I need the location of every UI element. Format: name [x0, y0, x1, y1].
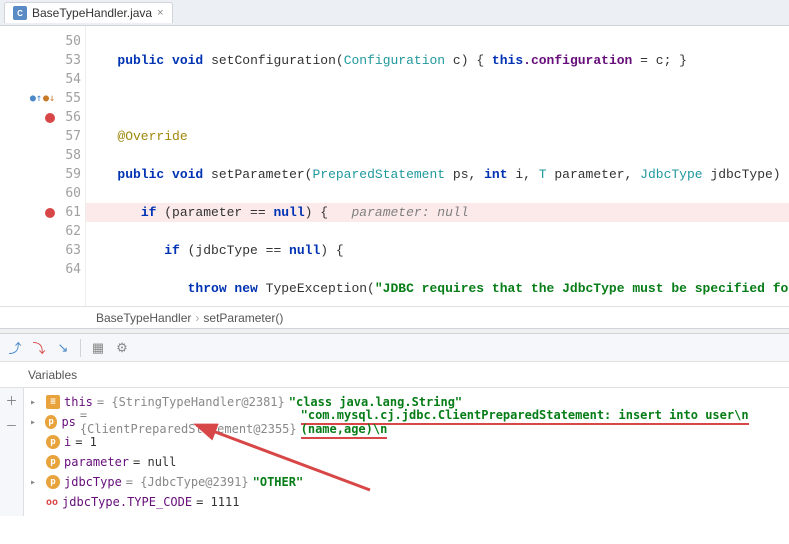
param-icon: p	[46, 475, 60, 489]
param-icon: p	[46, 435, 60, 449]
file-tab[interactable]: C BaseTypeHandler.java ×	[4, 2, 173, 23]
breadcrumb-method[interactable]: setParameter()	[203, 311, 283, 325]
expand-icon[interactable]: ▸	[30, 477, 42, 488]
debug-toolbar: ⤴ ⤵ ↘ ▦ ⚙	[0, 334, 789, 362]
new-watch-icon[interactable]: ⤵	[28, 337, 50, 359]
code-line[interactable]: public void setParameter(PreparedStateme…	[86, 165, 789, 184]
settings-icon[interactable]: ⚙	[111, 337, 133, 359]
add-watch-icon[interactable]: ＋	[5, 392, 17, 409]
code-area[interactable]: public void setConfiguration(Configurati…	[85, 26, 789, 306]
code-line[interactable]: throw new TypeException("JDBC requires t…	[86, 279, 789, 298]
var-row-jdbctype[interactable]: ▸p jdbcType = {JdbcType@2391} "OTHER"	[24, 472, 789, 492]
this-icon: ≡	[46, 395, 60, 409]
remove-watch-icon[interactable]: －	[5, 417, 17, 434]
param-icon: p	[45, 415, 58, 429]
code-editor[interactable]: 50 53 54 ●↑●↓55 56 57 58 59 60 61 62 63 …	[0, 26, 789, 306]
var-row-ps[interactable]: ▸p ps = {ClientPreparedStatement@2355} "…	[24, 412, 789, 432]
code-line[interactable]: if (parameter == null) { parameter: null	[86, 203, 789, 222]
chevron-right-icon: ›	[195, 311, 199, 325]
code-line[interactable]: @Override	[86, 127, 789, 146]
variables-panel: ＋ － ▸≡ this = {StringTypeHandler@2381} "…	[0, 388, 789, 516]
variables-tree[interactable]: ▸≡ this = {StringTypeHandler@2381} "clas…	[24, 388, 789, 516]
watch-icon: oo	[46, 497, 58, 508]
code-line[interactable]: public void setConfiguration(Configurati…	[86, 51, 789, 70]
calculator-icon[interactable]: ▦	[87, 337, 109, 359]
variables-tab[interactable]: Variables	[0, 362, 789, 388]
expand-icon[interactable]: ▸	[30, 397, 42, 408]
code-line[interactable]: if (jdbcType == null) {	[86, 241, 789, 260]
java-class-icon: C	[13, 6, 27, 20]
var-row-typecode[interactable]: oo jdbcType.TYPE_CODE = 1111	[24, 492, 789, 512]
breakpoint-icon[interactable]	[45, 208, 55, 218]
param-icon: p	[46, 455, 60, 469]
breadcrumb-class[interactable]: BaseTypeHandler	[96, 311, 191, 325]
step-icon[interactable]: ↘	[52, 337, 74, 359]
breadcrumb[interactable]: BaseTypeHandler › setParameter()	[0, 306, 789, 328]
close-icon[interactable]: ×	[157, 7, 163, 19]
breakpoint-icon[interactable]	[45, 113, 55, 123]
highlighted-value: "com.mysql.cj.jdbc.ClientPreparedStateme…	[301, 408, 749, 439]
editor-tab-bar: C BaseTypeHandler.java ×	[0, 0, 789, 26]
line-gutter: 50 53 54 ●↑●↓55 56 57 58 59 60 61 62 63 …	[0, 26, 85, 306]
var-row-parameter[interactable]: p parameter = null	[24, 452, 789, 472]
expand-icon[interactable]: ▸	[30, 417, 41, 428]
override-icon[interactable]: ●↑	[30, 93, 42, 104]
restore-layout-icon[interactable]: ⤴	[4, 337, 26, 359]
vars-toolbar: ＋ －	[0, 388, 24, 516]
code-line[interactable]	[86, 89, 789, 108]
tab-filename: BaseTypeHandler.java	[32, 6, 152, 20]
